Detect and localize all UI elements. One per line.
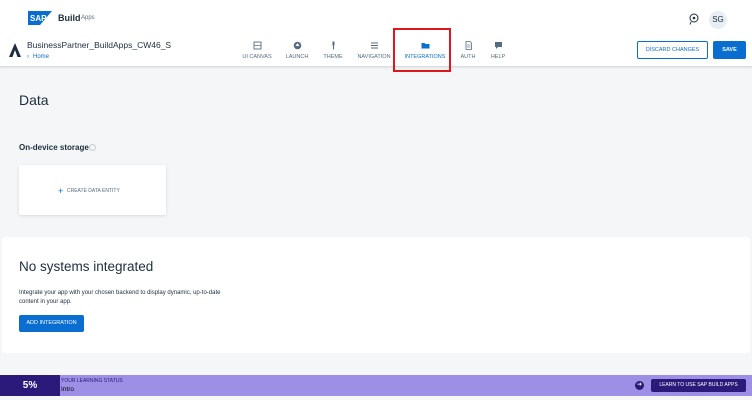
add-integration-button[interactable]: ADD INTEGRATION [19,315,84,332]
create-data-entity-card[interactable]: + CREATE DATA ENTITY [19,165,166,215]
document-icon [465,41,472,50]
breadcrumb-chevron-icon: › [27,54,29,60]
product-sub: Apps [81,15,95,21]
product-name: Build [58,13,81,23]
plus-icon: + [58,186,64,196]
tab-launch[interactable]: LAUNCH [283,38,311,64]
project-name: BusinessPartner_BuildApps_CW46_S [27,40,172,50]
app-logo-icon [9,43,21,57]
ui-canvas-icon [253,41,261,50]
integrations-title: No systems integrated [19,259,154,274]
info-icon[interactable] [89,144,96,151]
learning-status-bar: 5% YOUR LEARNING STATUS Intro ➜ LEARN TO… [0,375,752,396]
tab-label: NAVIGATION [357,54,391,60]
tab-label: HELP [490,54,506,60]
save-button[interactable]: SAVE [713,41,746,59]
shell-bar: SAP Build Apps SG [0,0,752,36]
integrations-panel: No systems integrated Integrate your app… [2,237,750,353]
learn-sap-build-button[interactable]: LEARN TO USE SAP BUILD APPS [651,379,746,392]
user-avatar[interactable]: SG [709,11,727,29]
create-data-entity-label: CREATE DATA ENTITY [67,188,120,194]
tab-label: THEME [323,54,343,60]
tab-navigation[interactable]: NAVIGATION [355,38,393,64]
svg-text:SAP: SAP [30,14,47,23]
tab-theme[interactable]: THEME [320,38,346,64]
breadcrumb-home[interactable]: Home [33,54,49,60]
tab-label: AUTH [460,54,476,60]
learning-status-value: Intro [61,386,75,393]
tab-label: LAUNCH [285,54,309,60]
sap-logo: SAP [28,11,52,25]
learning-percent: 5% [0,375,60,396]
arrow-right-icon[interactable]: ➜ [635,381,644,390]
highlight-box [393,28,451,72]
page-title: Data [19,92,49,108]
integrations-description: Integrate your app with your chosen back… [19,290,221,305]
navigation-list-icon [370,42,378,49]
launch-icon [293,41,301,50]
discard-changes-button[interactable]: DISCARD CHANGES [637,41,708,59]
on-device-storage-title: On-device storage [19,143,89,152]
tab-ui-canvas[interactable]: UI CANVAS [240,38,274,64]
theme-brush-icon [332,41,334,50]
tab-auth[interactable]: AUTH [457,38,479,64]
tab-help[interactable]: HELP [487,38,509,64]
feedback-icon[interactable] [688,13,700,25]
learning-status-label: YOUR LEARNING STATUS [61,378,123,384]
chat-icon [494,42,502,49]
tab-label: UI CANVAS [242,54,272,60]
